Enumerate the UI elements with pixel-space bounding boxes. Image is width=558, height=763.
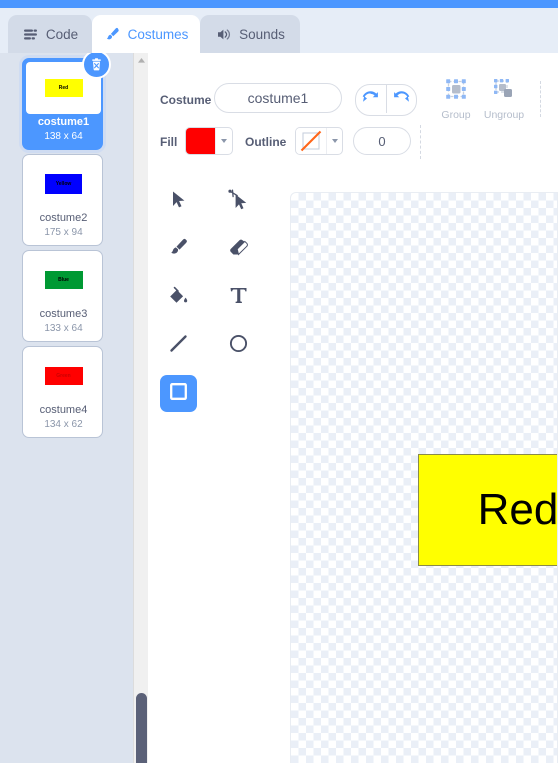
tab-sounds[interactable]: Sounds (200, 15, 300, 53)
toolbar-divider (540, 81, 542, 117)
fill-color-preview (186, 128, 215, 154)
costume-list-scrollbar[interactable] (133, 53, 149, 763)
canvas-shape-text: Red (477, 485, 558, 534)
text-t-icon (228, 285, 249, 311)
undo-button[interactable] (356, 85, 386, 113)
outline-color-swatch[interactable] (295, 127, 343, 155)
paint-editor-style-bar: Fill Outline (148, 121, 558, 167)
tab-code-label: Code (45, 26, 79, 42)
line-tool[interactable] (160, 327, 197, 364)
costume-list-item[interactable]: 2Yellowcostume2175 x 94 (22, 154, 103, 246)
circle-tool[interactable] (220, 327, 257, 364)
redo-button[interactable] (387, 85, 417, 113)
canvas-rectangle-shape[interactable]: Red (418, 454, 558, 566)
tab-sounds-label: Sounds (239, 26, 285, 42)
chevron-up-icon[interactable] (134, 53, 149, 68)
brush-tool[interactable] (160, 231, 197, 268)
costume-list-item[interactable]: 3Bluecostume3133 x 64 (22, 250, 103, 342)
costume-item-size: 175 x 94 (44, 227, 83, 238)
costume-item-size: 133 x 64 (44, 323, 83, 334)
cursor-arrow-icon (168, 189, 189, 215)
paintbrush-icon (104, 26, 121, 43)
costume-list-item[interactable]: 4Greencostume4134 x 62 (22, 346, 103, 438)
outline-label: Outline (245, 135, 287, 149)
redo-arrow-icon (392, 90, 410, 109)
eraser-tool[interactable] (220, 231, 257, 268)
costume-item-name: costume1 (37, 116, 90, 128)
line-icon (168, 333, 189, 359)
rectangle-tool[interactable] (160, 375, 197, 412)
costume-item-thumbnail-label: Yellow (45, 174, 82, 194)
group-label: Group (441, 109, 471, 121)
editor-tab-bar: Code Costumes Sounds (0, 8, 558, 53)
tab-costumes[interactable]: Costumes (92, 15, 200, 53)
chevron-down-icon (214, 128, 232, 154)
costume-item-size: 138 x 64 (44, 131, 83, 142)
costume-item-name: costume2 (39, 212, 88, 224)
ungroup-button[interactable]: Ungroup (476, 77, 532, 122)
costume-name-input[interactable] (214, 83, 342, 113)
circle-icon (228, 333, 249, 359)
paint-editor: Costume costume1 Group Ungroup Fill Outl… (148, 53, 558, 763)
scrollbar-thumb[interactable] (136, 693, 147, 763)
ungroup-icon (492, 77, 516, 106)
square-icon (168, 381, 189, 407)
undo-redo-group (355, 84, 417, 116)
undo-arrow-icon (362, 90, 380, 109)
stroke-width-input[interactable] (353, 127, 411, 155)
no-color-icon (296, 128, 326, 154)
paint-bucket-icon (168, 285, 189, 311)
costume-item-thumbnail-label: Blue (44, 271, 83, 289)
top-menu-bar (0, 0, 558, 8)
speaker-icon (215, 26, 232, 43)
forward-button[interactable]: Fo (548, 77, 558, 122)
reshape-tool[interactable] (220, 183, 257, 220)
paintbrush-icon (168, 237, 189, 263)
group-icon (444, 77, 468, 106)
costume-list-item[interactable]: 1Redcostume1138 x 64 (22, 53, 111, 150)
tab-code[interactable]: Code (8, 15, 92, 53)
chevron-down-icon (326, 128, 342, 154)
style-bar-divider (420, 125, 422, 159)
costume-item-size: 134 x 62 (44, 419, 83, 430)
costume-item-thumbnail: Yellow (26, 158, 101, 210)
costume-item-name: costume3 (39, 308, 88, 320)
costume-item-thumbnail: Blue (26, 254, 101, 306)
code-icon (22, 26, 39, 43)
costume-item-name: costume4 (39, 404, 88, 416)
costume-name-label: Costume (160, 93, 212, 107)
text-tool[interactable] (220, 279, 257, 316)
fill-label: Fill (160, 135, 178, 149)
eraser-icon (228, 237, 249, 263)
tab-costumes-label: Costumes (127, 26, 189, 42)
costume-item-thumbnail-label: Red (44, 79, 83, 97)
ungroup-label: Ungroup (483, 109, 525, 121)
paint-canvas[interactable]: Red (290, 192, 558, 763)
reshape-node-icon (228, 189, 249, 215)
costume-list: 1Redcostume1138 x 642Yellowcostume2175 x… (0, 53, 133, 763)
costume-list-panel: 1Redcostume1138 x 642Yellowcostume2175 x… (0, 53, 133, 763)
select-tool[interactable] (160, 183, 197, 220)
costume-item-thumbnail: Green (26, 350, 101, 402)
scratch-costume-editor: Code Costumes Sounds 1Redcos (0, 0, 558, 763)
fill-color-swatch[interactable] (185, 127, 233, 155)
fill-tool[interactable] (160, 279, 197, 316)
delete-costume-button[interactable] (82, 53, 111, 79)
paint-editor-toolbar-top: Costume costume1 Group Ungroup (148, 67, 558, 121)
costume-item-thumbnail-label: Green (44, 367, 83, 385)
